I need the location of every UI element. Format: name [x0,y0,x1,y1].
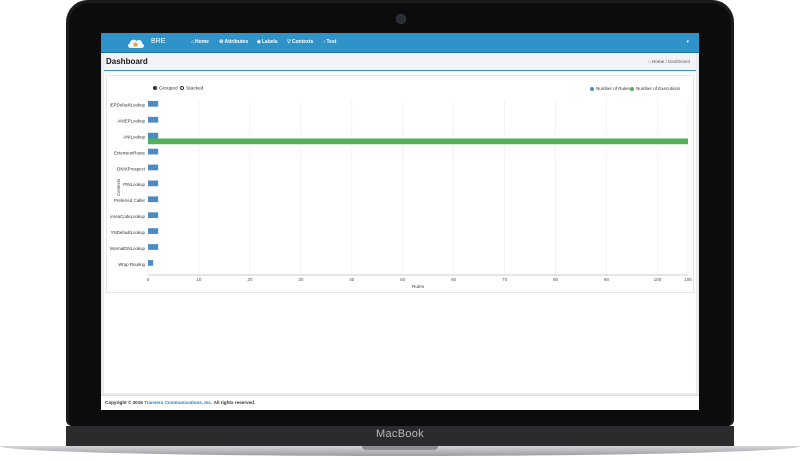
contexts-icon: ▽ [287,39,291,45]
nav-attributes[interactable]: ⚙Attributes [219,39,248,45]
app-title[interactable]: BRE [151,38,165,45]
cloud-logo-icon[interactable] [126,36,146,50]
breadcrumb: ⌂ Home / Dashboard [648,59,690,64]
x-tick-label: 106 [684,277,692,282]
x-tick-label: 40 [349,277,355,282]
page-header: Dashboard ⌂ Home / Dashboard [104,53,696,71]
home-icon: ⌂ [648,59,651,64]
bar-rules [148,260,154,266]
bar-executions [148,138,688,145]
nav-label: Test [326,39,337,45]
main-content: Dashboard ⌂ Home / Dashboard Grouped Sta… [104,53,696,393]
bar-chart: 0 10 20 30 40 50 60 70 80 90 100 106 IEPDefaultLooku… [110,100,692,290]
copyright-prefix: Copyright © 2015 [105,400,143,405]
home-icon: ⌂ [191,39,195,45]
top-navbar: BRE ⌂Home ⚙Attributes ◆Labels ▽Contexts … [101,33,699,53]
bar-rules [148,132,159,139]
device-brand-label: MacBook [376,428,424,440]
y-category-label: IEPDefaultLookup [110,103,146,108]
x-tick-label: 70 [502,277,508,282]
x-tick-label: 50 [400,277,406,282]
user-menu-chevron-down-icon[interactable]: ▾ [686,39,689,45]
nav-labels[interactable]: ◆Labels [257,39,278,45]
breadcrumb-separator: / [665,59,667,64]
bar-rules [148,100,159,107]
camera-icon [396,14,406,24]
x-tick-label: 100 [654,277,662,282]
app-screen: BRE ⌂Home ⚙Attributes ◆Labels ▽Contexts … [101,33,699,410]
y-category-label: YNDefaultLookup [111,230,146,235]
nav-test[interactable]: ↕Test [323,39,336,45]
y-category-label: PINLookup [123,182,145,187]
x-tick-label: 90 [604,277,610,282]
nav-contexts[interactable]: ▽Contexts [287,39,313,45]
x-tick-label: 10 [196,277,202,282]
x-tick-label: 20 [247,277,253,282]
y-axis-title: Contexts [116,178,121,196]
page-title: Dashboard [106,57,148,66]
chart-panel: Grouped Stacked Number of Rules Number o… [106,75,694,293]
x-tick-label: 60 [451,277,457,282]
nav-label: Contexts [291,39,314,45]
y-category-label: InternalDNLookup [110,246,146,251]
copyright-text: Copyright © 2015 Transera Communications… [105,400,255,405]
y-category-label: ANIEPLookup [117,119,145,124]
y-category-label: DNIXProspect [117,166,146,171]
x-tick-label: 0 [147,277,150,282]
nav-label: Attributes [224,39,249,45]
bar-rules [148,196,159,203]
laptop-notch [362,446,438,450]
nav-home[interactable]: ⌂Home [191,39,209,45]
y-category-label: Wrap Routing [118,262,145,267]
bar-rules [148,116,159,123]
tag-icon: ◆ [257,39,261,45]
x-axis-title: Rules [412,284,425,290]
gear-icon: ⚙ [219,39,224,45]
test-icon: ↕ [323,39,326,45]
copyright-suffix: All rights reserved. [213,400,256,405]
bar-rules [148,212,159,219]
company-link[interactable]: Transera Communications, Inc. [144,400,212,405]
y-category-label: ANILookup [123,135,145,140]
breadcrumb-current: Dashboard [667,59,690,64]
y-category-label: ExtensionRoute [114,150,146,155]
nav-label: Home [195,39,209,45]
bar-rules [148,180,159,187]
bar-rules [148,148,159,155]
y-category-label: iAreaCodeLookup [110,214,146,219]
bar-rules [148,244,159,250]
nav-label: Labels [261,39,278,45]
footer: Copyright © 2015 Transera Communications… [101,395,699,410]
bar-rules [148,228,159,234]
breadcrumb-home-link[interactable]: Home [652,59,664,64]
x-tick-label: 80 [553,277,559,282]
y-category-label: Preferred Caller [114,198,146,203]
x-tick-label: 30 [298,277,304,282]
bar-rules [148,164,159,171]
